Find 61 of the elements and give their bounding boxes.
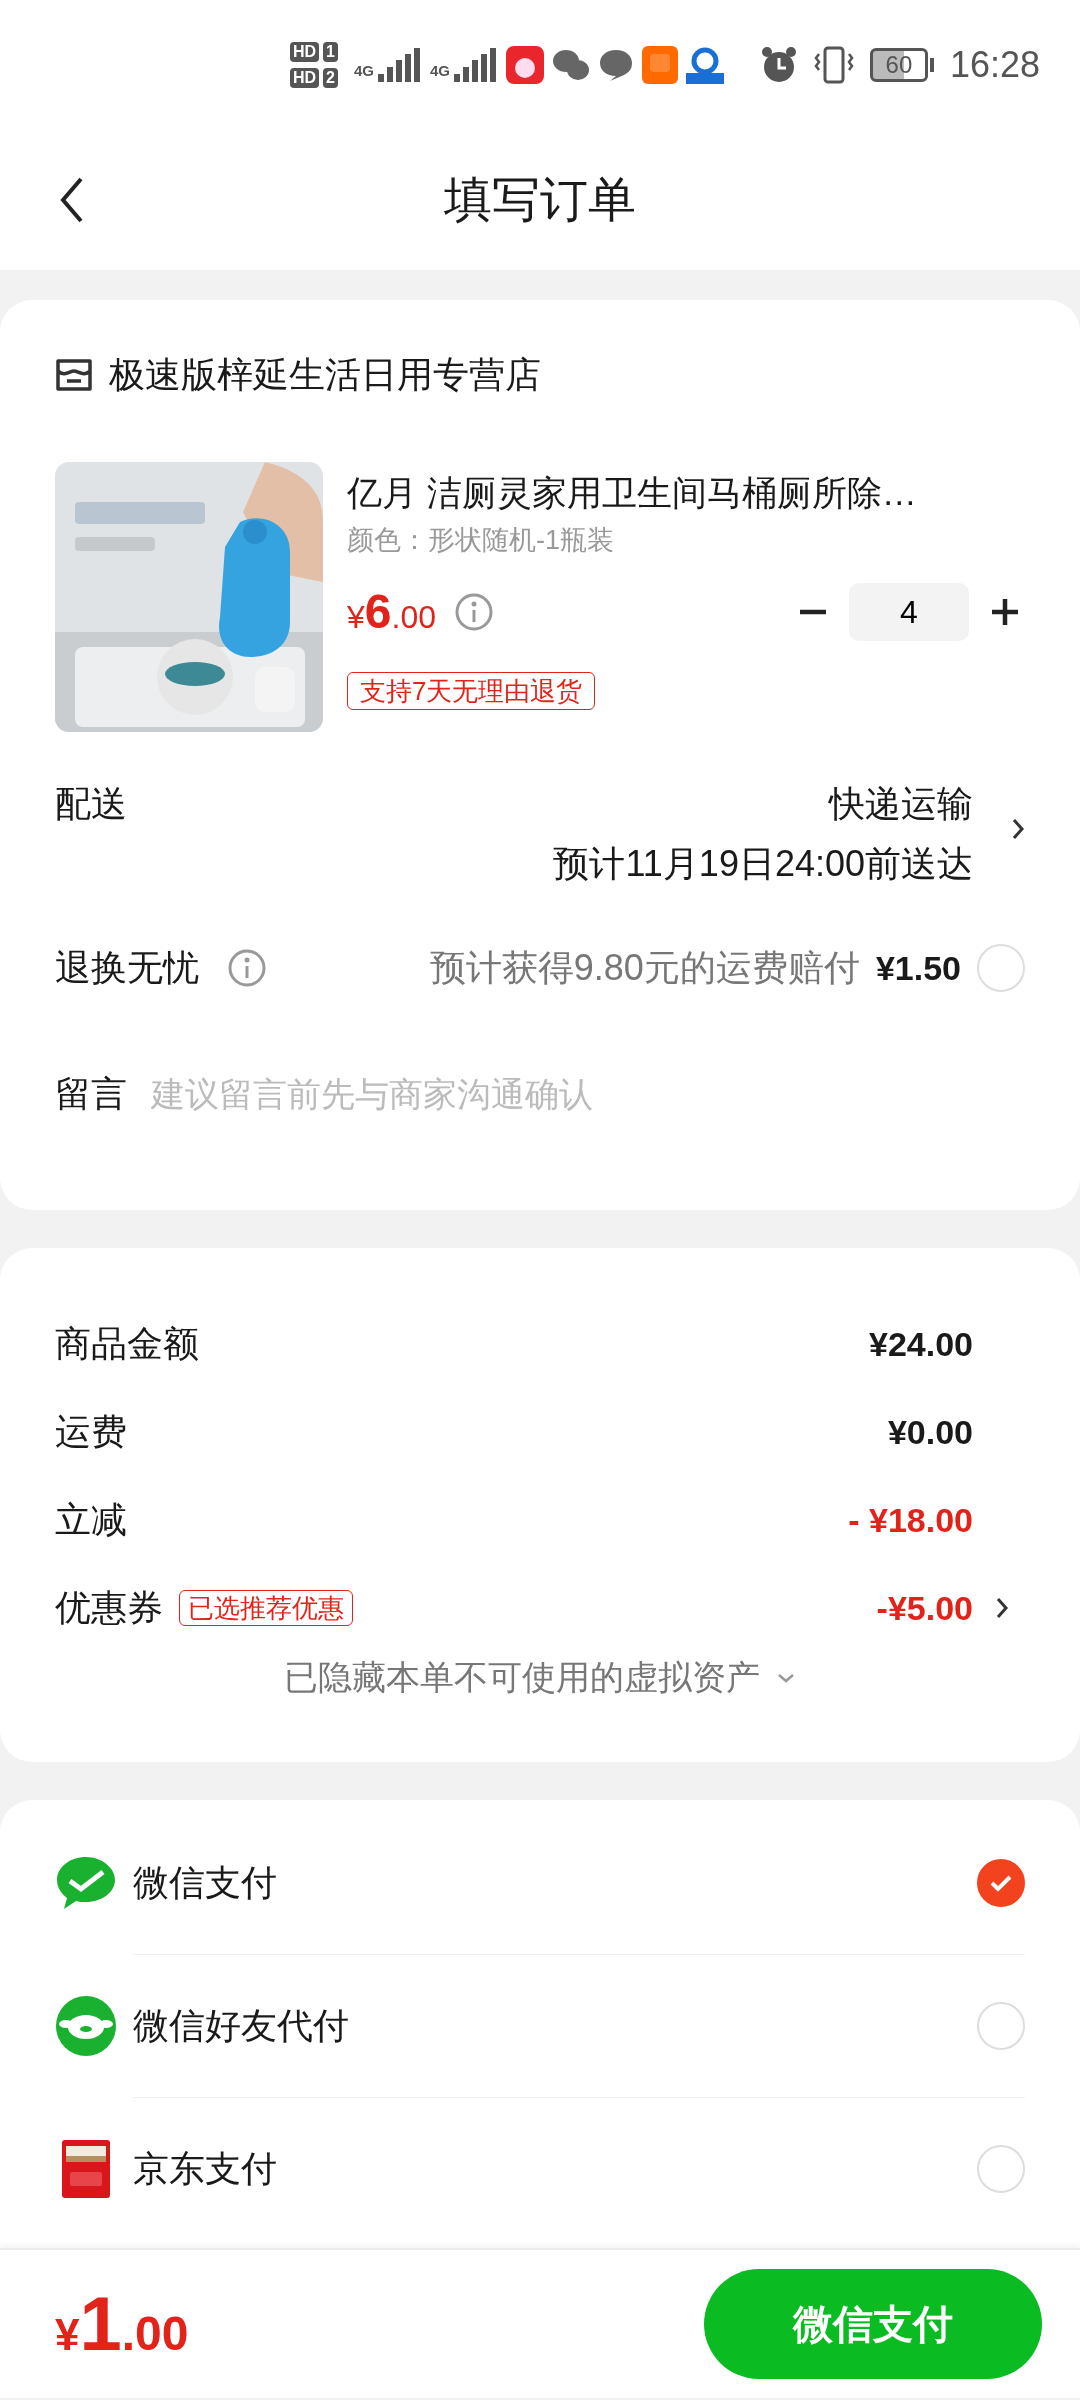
- plus-icon: [990, 597, 1020, 627]
- status-time: 16:28: [949, 43, 1040, 87]
- insurance-description: 预计获得9.80元的运费赔付: [429, 946, 860, 990]
- radio-button[interactable]: [977, 1859, 1025, 1907]
- chat-icon: [552, 48, 591, 82]
- sim-slot: 2: [323, 68, 338, 88]
- chevron-icon[interactable]: [995, 1596, 1009, 1620]
- summary-value: ¥24.00: [869, 1323, 973, 1365]
- delivery-estimate: 预计11月19日24:00前送达: [553, 842, 973, 886]
- product-price: ¥6.00: [347, 584, 436, 640]
- info-icon[interactable]: [227, 948, 267, 988]
- payment-name: 微信好友代付: [133, 2004, 349, 2048]
- minus-icon: [798, 609, 828, 615]
- sim-slot: 1: [323, 42, 338, 62]
- insurance-label: 退换无忧: [55, 946, 199, 990]
- quantity-field[interactable]: 4: [849, 583, 969, 641]
- payment-name: 微信支付: [133, 1861, 277, 1905]
- network-type: 4G: [354, 60, 375, 81]
- summary-label: 运费: [55, 1410, 127, 1454]
- message-icon: [598, 48, 635, 82]
- app-icon: [686, 46, 725, 84]
- delivery-method[interactable]: 快递运输: [829, 777, 973, 831]
- chevron-icon[interactable]: [1011, 817, 1025, 841]
- summary-value: -¥5.00: [876, 1587, 973, 1629]
- hidden-assets-note[interactable]: 已隐藏本单不可使用的虚拟资产: [284, 1652, 760, 1703]
- summary-value: - ¥18.00: [848, 1499, 973, 1541]
- payment-name: 京东支付: [133, 2147, 277, 2191]
- summary-label: 商品金额: [55, 1322, 199, 1366]
- network-type: 4G: [430, 60, 451, 81]
- page-title: 填写订单: [444, 172, 636, 228]
- card-icon: [62, 2140, 110, 2198]
- payment-option[interactable]: 微信好友代付: [55, 1955, 1025, 2097]
- app-icon: [506, 46, 545, 84]
- payment-option[interactable]: 微信支付: [55, 1812, 1025, 1954]
- back-icon: [59, 176, 85, 224]
- payment-option[interactable]: 京东支付: [55, 2098, 1025, 2240]
- chat-bubble-icon: [55, 1855, 117, 1911]
- info-icon[interactable]: [454, 592, 494, 632]
- total-price: ¥1.00: [55, 2280, 189, 2368]
- app-icon: [642, 46, 679, 84]
- product-title: 亿月 洁厕灵家用卫生间马桶厕所除…: [347, 472, 918, 514]
- signal-icon: [454, 48, 499, 82]
- summary-label: 立减: [55, 1498, 127, 1542]
- insurance-checkbox[interactable]: [977, 944, 1025, 992]
- vibrate-icon: [813, 46, 854, 84]
- return-policy-tag: 支持7天无理由退货: [347, 672, 596, 710]
- message-label: 留言: [55, 1072, 127, 1116]
- sim-label: HD: [290, 68, 320, 88]
- signal-icon: [378, 48, 423, 82]
- face-icon: [56, 1996, 116, 2056]
- coupon-tag: 已选推荐优惠: [179, 1590, 353, 1626]
- insurance-price: ¥1.50: [875, 947, 961, 989]
- alarm-icon: [759, 46, 798, 84]
- summary-label: 优惠券: [55, 1586, 163, 1630]
- store-icon: [55, 357, 93, 393]
- chevron-down-icon[interactable]: [776, 1671, 796, 1684]
- product-spec: 颜色：形状随机-1瓶装: [347, 523, 615, 557]
- sim-label: HD: [290, 42, 320, 62]
- delivery-label: 配送: [55, 782, 127, 826]
- summary-value: ¥0.00: [887, 1411, 973, 1453]
- store-name: 极速版梓延生活日用专营店: [109, 353, 541, 397]
